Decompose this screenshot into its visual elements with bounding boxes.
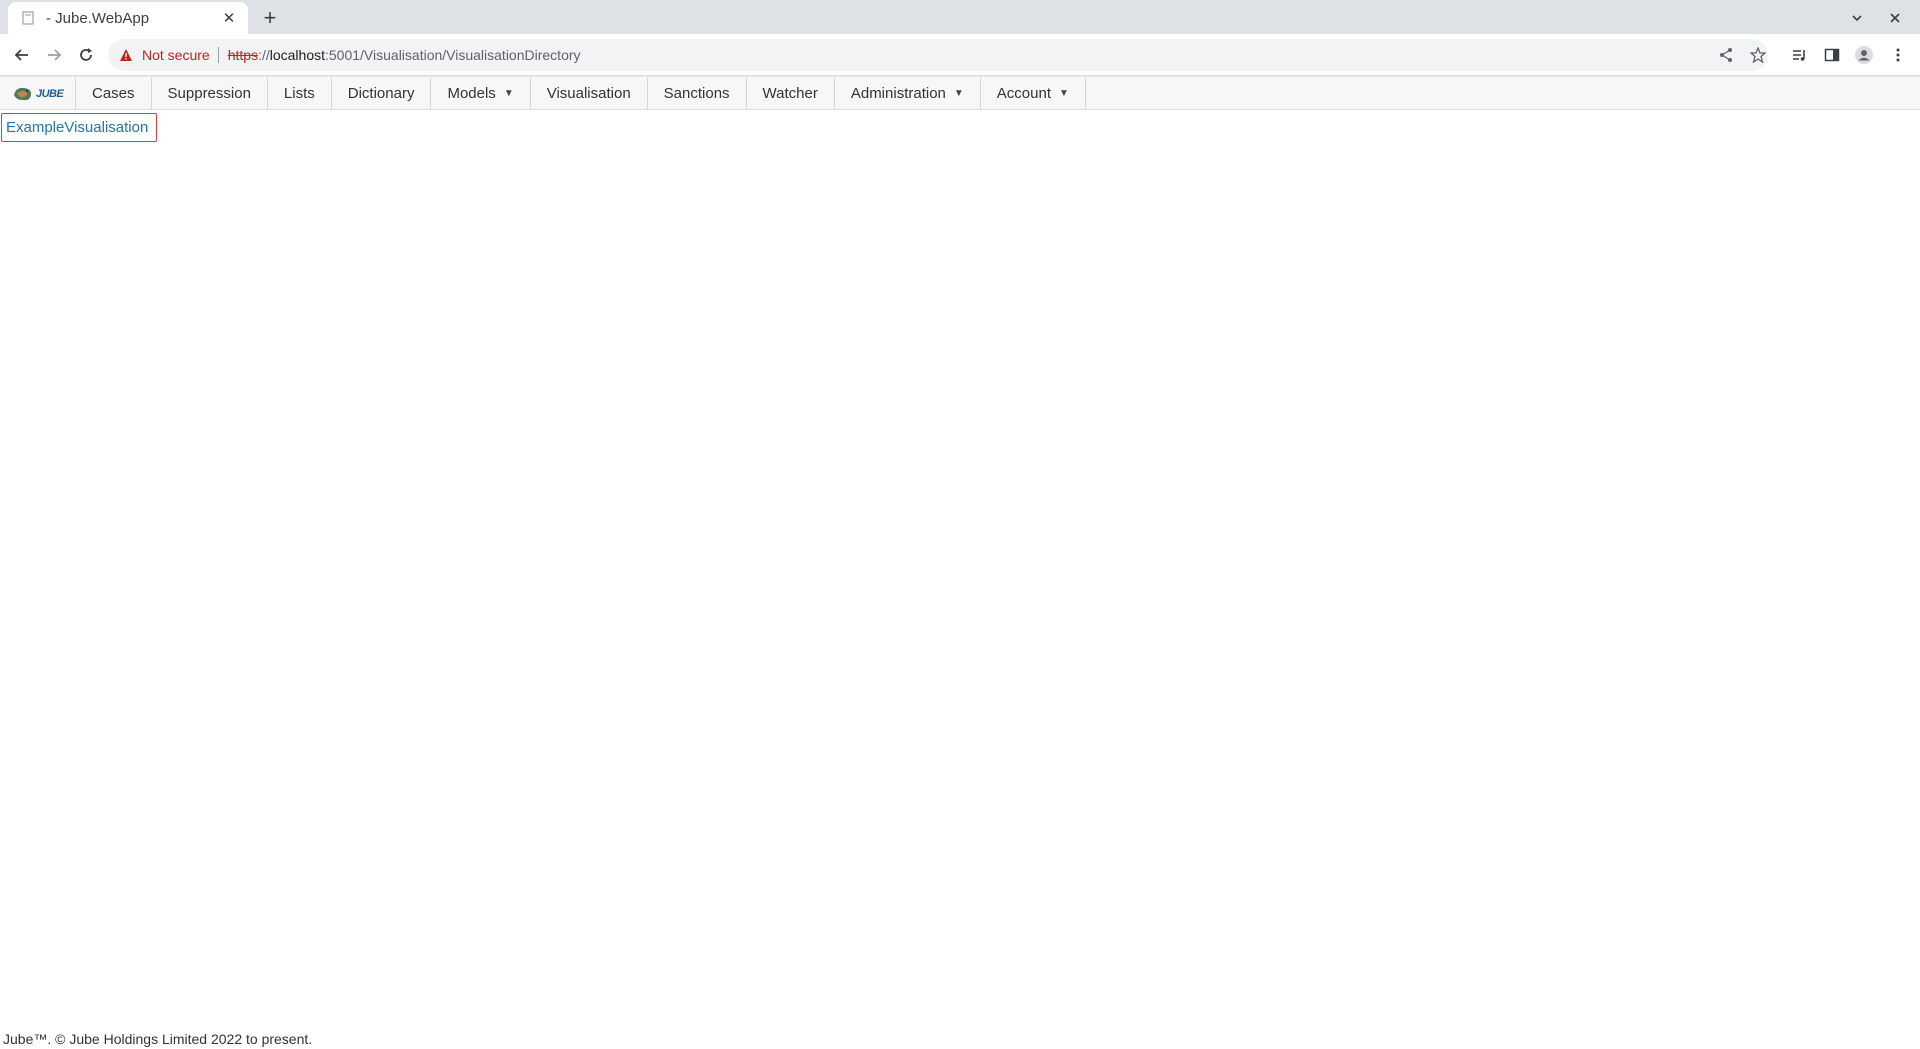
- window-dropdown-icon[interactable]: [1844, 6, 1870, 30]
- nav-item-label: Watcher: [762, 85, 818, 102]
- tab-close-icon[interactable]: ✕: [220, 9, 238, 27]
- nav-item-sanctions[interactable]: Sanctions: [648, 77, 747, 110]
- nav-item-label: Cases: [92, 85, 135, 102]
- nav-item-label: Models: [447, 85, 496, 102]
- nav-item-label: Account: [996, 85, 1051, 102]
- nav-item-models[interactable]: Models ▼: [431, 77, 531, 110]
- tab-title: - Jube.WebApp: [46, 9, 150, 27]
- address-separator: [217, 47, 219, 63]
- page-favicon-icon: [20, 10, 36, 26]
- window-close-icon[interactable]: [1882, 6, 1908, 30]
- media-control-icon[interactable]: [1786, 41, 1814, 69]
- page-footer: Jube™. © Jube Holdings Limited 2022 to p…: [3, 1031, 313, 1047]
- browser-tab[interactable]: - Jube.WebApp ✕: [8, 2, 248, 34]
- nav-item-label: Sanctions: [663, 85, 730, 102]
- nav-item-label: Suppression: [167, 85, 251, 102]
- url-text[interactable]: https://localhost:5001/Visualisation/Vis…: [228, 47, 581, 63]
- nav-item-label: Visualisation: [546, 85, 631, 102]
- nav-item-label: Dictionary: [347, 85, 415, 102]
- url-path: :5001/Visualisation/VisualisationDirecto…: [325, 47, 581, 63]
- nav-item-administration[interactable]: Administration ▼: [835, 77, 981, 110]
- jube-logo[interactable]: JUBE: [0, 77, 76, 110]
- nav-item-dictionary[interactable]: Dictionary: [332, 77, 432, 110]
- side-panel-icon[interactable]: [1818, 41, 1846, 69]
- warning-triangle-icon[interactable]: [118, 47, 134, 63]
- logo-text: JUBE: [36, 87, 64, 100]
- nav-item-watcher[interactable]: Watcher: [747, 77, 835, 110]
- new-tab-icon[interactable]: +: [258, 5, 282, 30]
- nav-item-lists[interactable]: Lists: [268, 77, 332, 110]
- not-secure-label[interactable]: Not secure: [142, 47, 210, 63]
- nav-item-label: Administration: [850, 85, 946, 102]
- browser-tabstrip: - Jube.WebApp ✕ +: [0, 0, 1920, 34]
- visualisation-directory-link[interactable]: ExampleVisualisation: [1, 113, 158, 142]
- url-host: localhost: [269, 47, 325, 63]
- chevron-down-icon: ▼: [953, 88, 964, 99]
- forward-arrow-icon[interactable]: [40, 41, 68, 69]
- browser-toolbar: Not secure https://localhost:5001/Visual…: [0, 34, 1920, 76]
- chevron-down-icon: ▼: [503, 88, 514, 99]
- address-bar[interactable]: Not secure https://localhost:5001/Visual…: [108, 39, 1768, 71]
- nav-item-cases[interactable]: Cases: [76, 77, 152, 110]
- url-scheme-separator: ://: [258, 47, 270, 63]
- url-scheme: https: [227, 47, 259, 63]
- nav-item-label: Lists: [283, 85, 315, 102]
- jube-logo-icon: [14, 87, 32, 100]
- app-navbar: JUBE Cases Suppression Lists Dictionary …: [0, 76, 1920, 110]
- reload-icon[interactable]: [72, 41, 100, 69]
- chevron-down-icon: ▼: [1059, 88, 1069, 99]
- nav-item-suppression[interactable]: Suppression: [152, 77, 268, 110]
- share-icon[interactable]: [1712, 39, 1740, 71]
- profile-avatar-icon[interactable]: [1850, 41, 1878, 69]
- nav-item-account[interactable]: Account ▼: [981, 77, 1086, 110]
- nav-item-visualisation[interactable]: Visualisation: [531, 77, 648, 110]
- browser-menu-icon[interactable]: [1884, 41, 1912, 69]
- bookmark-star-icon[interactable]: [1744, 39, 1772, 71]
- back-arrow-icon[interactable]: [8, 41, 36, 69]
